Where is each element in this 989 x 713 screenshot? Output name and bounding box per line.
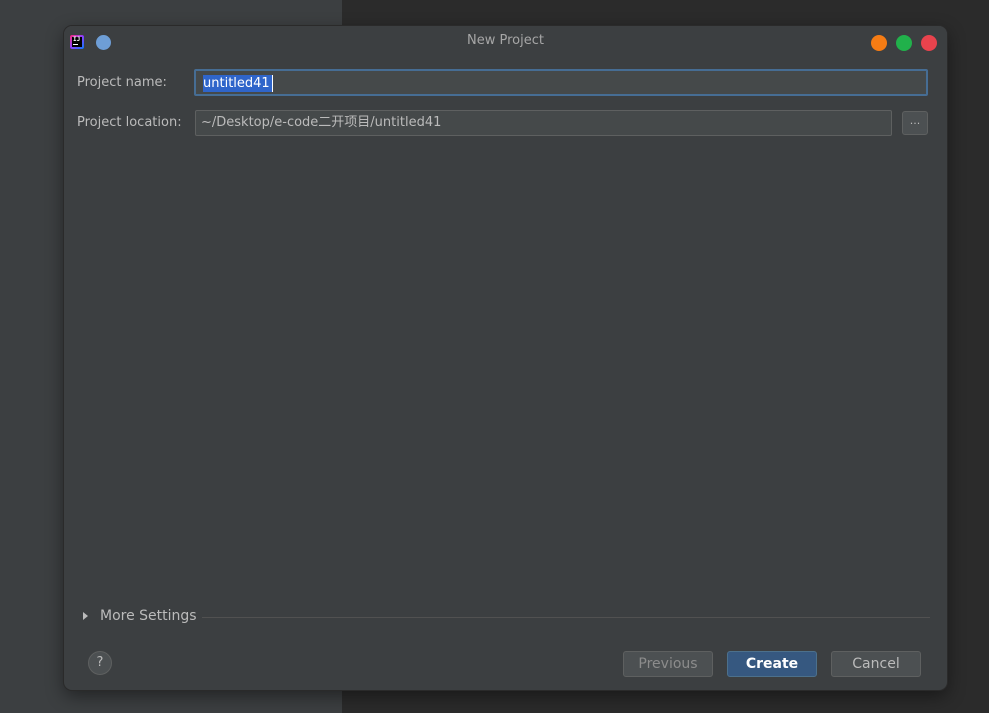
separator-line (202, 617, 930, 618)
minimize-button[interactable] (871, 35, 887, 51)
create-button[interactable]: Create (727, 651, 817, 677)
project-name-label: Project name: (77, 75, 167, 90)
close-button[interactable] (921, 35, 937, 51)
more-settings-label: More Settings (100, 608, 197, 624)
title-bar[interactable]: IJ New Project (64, 26, 947, 58)
previous-button[interactable]: Previous (623, 651, 713, 677)
help-button[interactable]: ? (88, 651, 112, 675)
browse-button[interactable]: ... (902, 111, 928, 135)
project-name-input[interactable]: untitled41 (194, 69, 928, 96)
project-location-input[interactable]: ~/Desktop/e-code二开项目/untitled41 (195, 110, 892, 136)
text-caret (272, 75, 273, 92)
desktop: IJ New Project Project name: untitled41 … (0, 0, 989, 713)
maximize-button[interactable] (896, 35, 912, 51)
project-location-label: Project location: (77, 115, 182, 130)
project-name-value: untitled41 (203, 75, 272, 92)
more-settings-toggle[interactable]: More Settings (83, 608, 931, 626)
dialog-title: New Project (467, 33, 544, 48)
expand-triangle-icon (83, 612, 88, 620)
new-project-dialog: IJ New Project Project name: untitled41 … (64, 26, 947, 690)
cancel-button[interactable]: Cancel (831, 651, 921, 677)
